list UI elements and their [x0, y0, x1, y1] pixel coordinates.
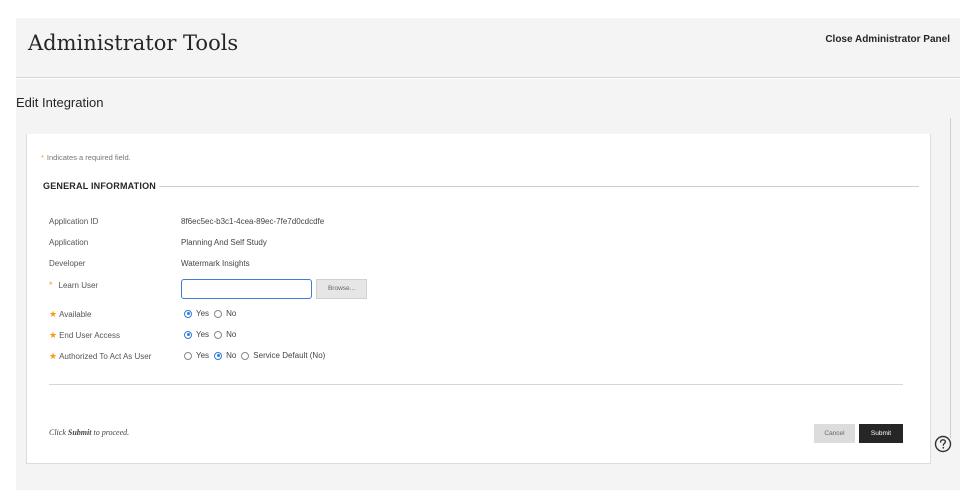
- option-label: Yes: [196, 309, 210, 318]
- required-star-icon: ★: [49, 330, 58, 340]
- close-admin-panel-link[interactable]: Close Administrator Panel: [825, 34, 950, 45]
- radio-button[interactable]: [214, 351, 223, 360]
- learn-user-input[interactable]: [181, 279, 312, 299]
- end-user-access-radio-group: Yes No: [184, 330, 241, 339]
- authorized-no-option[interactable]: No: [214, 351, 236, 360]
- subheader: Edit Integration: [16, 79, 960, 134]
- subheader-title: Edit Integration: [16, 95, 104, 110]
- available-no-option[interactable]: No: [214, 309, 236, 318]
- scrollbar-track[interactable]: [950, 118, 951, 438]
- learn-user-label: Learn User: [58, 281, 99, 290]
- browse-button[interactable]: Browse...: [316, 279, 367, 299]
- option-label: Yes: [196, 351, 210, 360]
- available-label: Available: [59, 310, 92, 319]
- page-header: Administrator Tools Close Administrator …: [16, 18, 960, 78]
- field-value: Planning And Self Study: [181, 238, 267, 247]
- page-title: Administrator Tools: [28, 31, 239, 55]
- field-value: 8f6ec5ec-b3c1-4cea-89ec-7fe7d0cdcdfe: [181, 217, 325, 226]
- radio-button[interactable]: [184, 330, 192, 339]
- edit-integration-form: * Indicates a required field. GENERAL INF…: [26, 134, 931, 464]
- field-label: ★ Authorized To Act As User: [49, 351, 179, 362]
- authorized-as-user-label: Authorized To Act As User: [59, 352, 152, 361]
- option-label: No: [226, 351, 237, 360]
- field-value: Watermark Insights: [181, 259, 250, 268]
- radio-button[interactable]: [214, 309, 223, 318]
- authorized-service-default-option[interactable]: Service Default (No): [241, 351, 325, 360]
- required-star-icon: ★: [49, 309, 58, 319]
- required-marker: *: [49, 280, 53, 290]
- authorized-yes-option[interactable]: Yes: [184, 351, 209, 360]
- field-label: Application ID: [49, 217, 99, 226]
- option-label: No: [226, 330, 237, 339]
- field-label: ★ Available: [49, 309, 179, 320]
- end-user-access-label: End User Access: [59, 331, 120, 340]
- proceed-bold: Submit: [67, 428, 92, 437]
- radio-button[interactable]: [241, 351, 250, 360]
- form-divider: [49, 384, 903, 385]
- required-field-note: * Indicates a required field.: [41, 153, 131, 162]
- field-label: Developer: [49, 259, 86, 268]
- help-icon[interactable]: [934, 435, 952, 453]
- available-yes-option[interactable]: Yes: [184, 309, 209, 318]
- option-label: No: [226, 309, 237, 318]
- section-divider: [159, 186, 919, 187]
- radio-button[interactable]: [214, 330, 223, 339]
- cancel-button[interactable]: Cancel: [814, 424, 855, 443]
- required-marker: *: [41, 153, 44, 162]
- end-user-access-no-option[interactable]: No: [214, 330, 236, 339]
- option-label: Yes: [196, 330, 210, 339]
- submit-button[interactable]: Submit: [859, 424, 903, 443]
- proceed-instruction: Click Submit to proceed.: [49, 428, 129, 437]
- section-title: GENERAL INFORMATION: [43, 181, 156, 191]
- option-label: Service Default (No): [253, 351, 326, 360]
- radio-button[interactable]: [184, 351, 192, 360]
- help-circle-icon: [934, 435, 952, 453]
- radio-button[interactable]: [184, 309, 192, 318]
- proceed-prefix: Click: [49, 428, 68, 437]
- available-radio-group: Yes No: [184, 309, 241, 318]
- field-label: ★ End User Access: [49, 330, 179, 341]
- end-user-access-yes-option[interactable]: Yes: [184, 330, 209, 339]
- required-note-text: Indicates a required field.: [46, 153, 131, 162]
- field-label: Application: [49, 238, 89, 247]
- required-star-icon: ★: [49, 351, 58, 361]
- authorized-as-user-radio-group: Yes No Service Default (No): [184, 351, 330, 360]
- field-label: * Learn User: [49, 280, 179, 290]
- proceed-suffix: to proceed.: [91, 428, 130, 437]
